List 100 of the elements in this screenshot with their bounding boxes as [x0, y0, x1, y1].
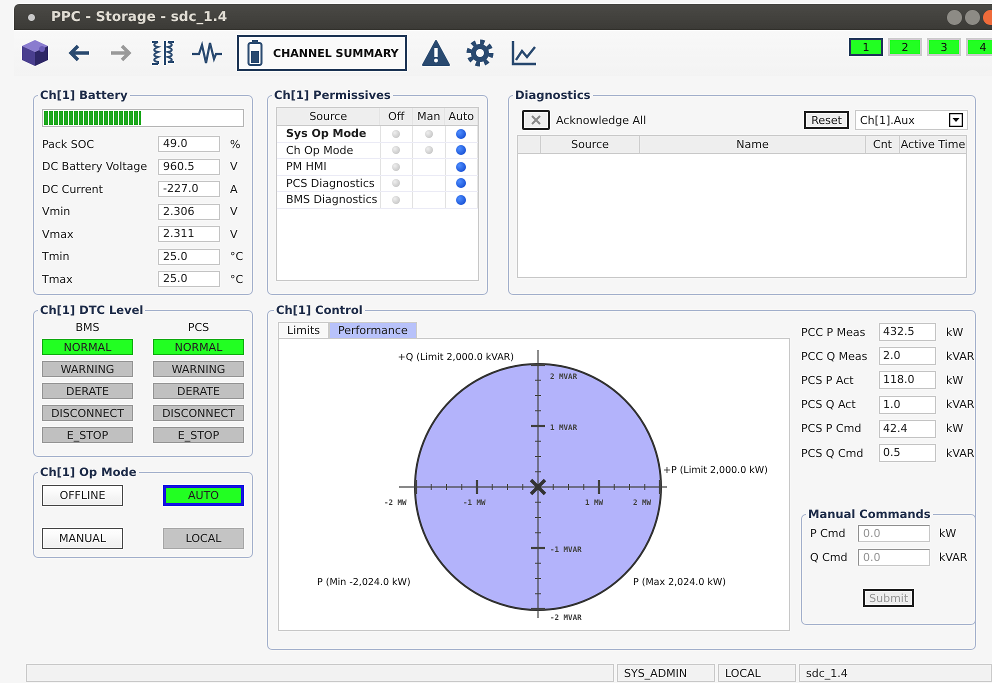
value-field: 0.5 — [879, 444, 936, 462]
column-label: PCS — [188, 321, 210, 334]
battery-icon — [247, 39, 263, 67]
value-field: 42.4 — [879, 420, 936, 438]
cube-icon[interactable] — [19, 37, 51, 69]
dtc-level-indicator[interactable]: DERATE — [42, 383, 133, 399]
value-field: 2.306 — [158, 204, 220, 220]
close-icon — [531, 115, 541, 125]
unit-label: kW — [946, 374, 964, 387]
channel-summary-button[interactable]: CHANNEL SUMMARY — [237, 35, 407, 71]
minimize-button[interactable] — [947, 10, 962, 24]
acknowledge-label: Acknowledge All — [556, 114, 646, 126]
dtc-level-indicator[interactable]: WARNING — [153, 361, 244, 377]
panel-title: Diagnostics — [514, 88, 592, 102]
unit-label: % — [230, 138, 240, 151]
column-header: Auto — [445, 108, 478, 125]
panel-title: Ch[1] Permissives — [273, 88, 392, 102]
tab[interactable]: Performance — [329, 322, 417, 338]
dtc-level-indicator[interactable]: DERATE — [153, 383, 244, 399]
value-field: 2.0 — [879, 347, 936, 366]
chart-label: P (Min -2,024.0 kW) — [317, 577, 411, 588]
field-label: PCC Q Meas — [801, 350, 868, 363]
input-field[interactable]: 0.0 — [858, 548, 930, 566]
maximize-button[interactable] — [965, 10, 980, 24]
dropdown-arrow-icon — [949, 113, 963, 127]
unit-label: kW — [946, 422, 964, 436]
mode-button[interactable]: MANUAL — [42, 528, 123, 549]
panel-title: Ch[1] Control — [275, 303, 364, 317]
status-field: SYS_ADMIN — [617, 664, 715, 682]
value-field: 25.0 — [158, 271, 220, 288]
field-label: PCS P Act — [801, 374, 855, 387]
unit-label: V — [230, 160, 238, 174]
window-menu-icon[interactable] — [28, 14, 35, 20]
channel-button[interactable]: 1 — [849, 38, 883, 56]
field-label: PCS Q Cmd — [801, 446, 864, 460]
value-field: 960.5 — [158, 158, 220, 175]
table-cell[interactable]: Ch Op Mode — [277, 142, 381, 158]
field-label: Pack SOC — [42, 138, 96, 151]
value-field: 2.311 — [158, 226, 220, 242]
chart-label: +P (Limit 2,000.0 kW) — [663, 465, 768, 476]
value-field: 49.0 — [158, 136, 220, 152]
field-label: DC Current — [42, 182, 104, 196]
unit-label: kW — [939, 526, 956, 540]
acknowledge-button[interactable] — [522, 110, 550, 130]
settings-icon[interactable] — [464, 38, 495, 68]
channel-button[interactable]: 2 — [888, 38, 922, 56]
channel-button[interactable]: 3 — [927, 38, 961, 56]
field-label: P Cmd — [810, 526, 847, 540]
field-label: Tmin — [42, 250, 70, 264]
field-label: Tmax — [42, 272, 74, 286]
operating-point-marker — [529, 478, 547, 496]
input-field[interactable]: 0.0 — [858, 524, 930, 542]
panel-title: Ch[1] Op Mode — [39, 465, 138, 479]
dtc-level-indicator[interactable]: NORMAL — [42, 339, 133, 355]
column-header: Name — [640, 136, 866, 153]
unit-label: V — [230, 228, 238, 241]
field-label: PCS P Cmd — [801, 422, 862, 436]
unit-label: kVAR — [946, 350, 974, 363]
unit-label: kVAR — [946, 398, 974, 412]
panel-title: Ch[1] Battery — [39, 88, 129, 102]
value-field: 1.0 — [879, 396, 936, 414]
dtc-level-indicator[interactable]: E_STOP — [153, 427, 244, 443]
column-header: Cnt — [866, 136, 900, 153]
table-cell[interactable]: PM HMI — [277, 159, 381, 174]
column-header: Source — [277, 108, 380, 125]
table-cell[interactable]: PCS Diagnostics — [277, 176, 381, 191]
panel-title: Ch[1] DTC Level — [39, 303, 144, 317]
unit-label: °C — [230, 250, 244, 264]
status-field: LOCAL — [718, 664, 796, 682]
column-header: Active Time — [900, 137, 966, 153]
unit-label: V — [230, 205, 238, 218]
value-field: 432.5 — [879, 323, 936, 342]
table-cell[interactable]: BMS Diagnostics — [277, 192, 381, 208]
dtc-level-indicator[interactable]: NORMAL — [153, 339, 244, 355]
mode-button[interactable]: OFFLINE — [42, 485, 123, 506]
transformer-icon[interactable] — [149, 38, 177, 68]
reset-button[interactable]: Reset — [804, 111, 849, 129]
field-label: PCS Q Act — [801, 398, 857, 412]
column-label: BMS — [75, 321, 100, 334]
unit-label: A — [230, 182, 238, 196]
value-field: 118.0 — [879, 371, 936, 390]
dtc-level-indicator[interactable]: DISCONNECT — [153, 405, 244, 421]
window-title: PPC - Storage - sdc_1.4 — [51, 9, 228, 25]
channel-dropdown[interactable]: Ch[1].Aux — [855, 110, 968, 130]
tab[interactable]: Limits — [278, 322, 329, 338]
unit-label: kVAR — [946, 446, 974, 460]
field-label: DC Battery Voltage — [42, 160, 148, 174]
value-field: -227.0 — [158, 181, 220, 198]
channel-button[interactable]: 4 — [966, 38, 992, 56]
table-cell[interactable]: Sys Op Mode — [277, 126, 381, 142]
mode-button[interactable]: AUTO — [163, 485, 244, 506]
dtc-level-indicator[interactable]: WARNING — [42, 361, 133, 377]
unit-label: °C — [230, 272, 244, 286]
dtc-level-indicator[interactable]: DISCONNECT — [42, 405, 133, 421]
unit-label: kW — [946, 326, 964, 339]
field-label: Q Cmd — [810, 550, 849, 564]
dtc-level-indicator[interactable]: E_STOP — [42, 427, 133, 443]
field-label: Vmax — [42, 228, 74, 241]
column-header: Off — [380, 108, 413, 125]
warning-icon[interactable] — [420, 39, 451, 67]
